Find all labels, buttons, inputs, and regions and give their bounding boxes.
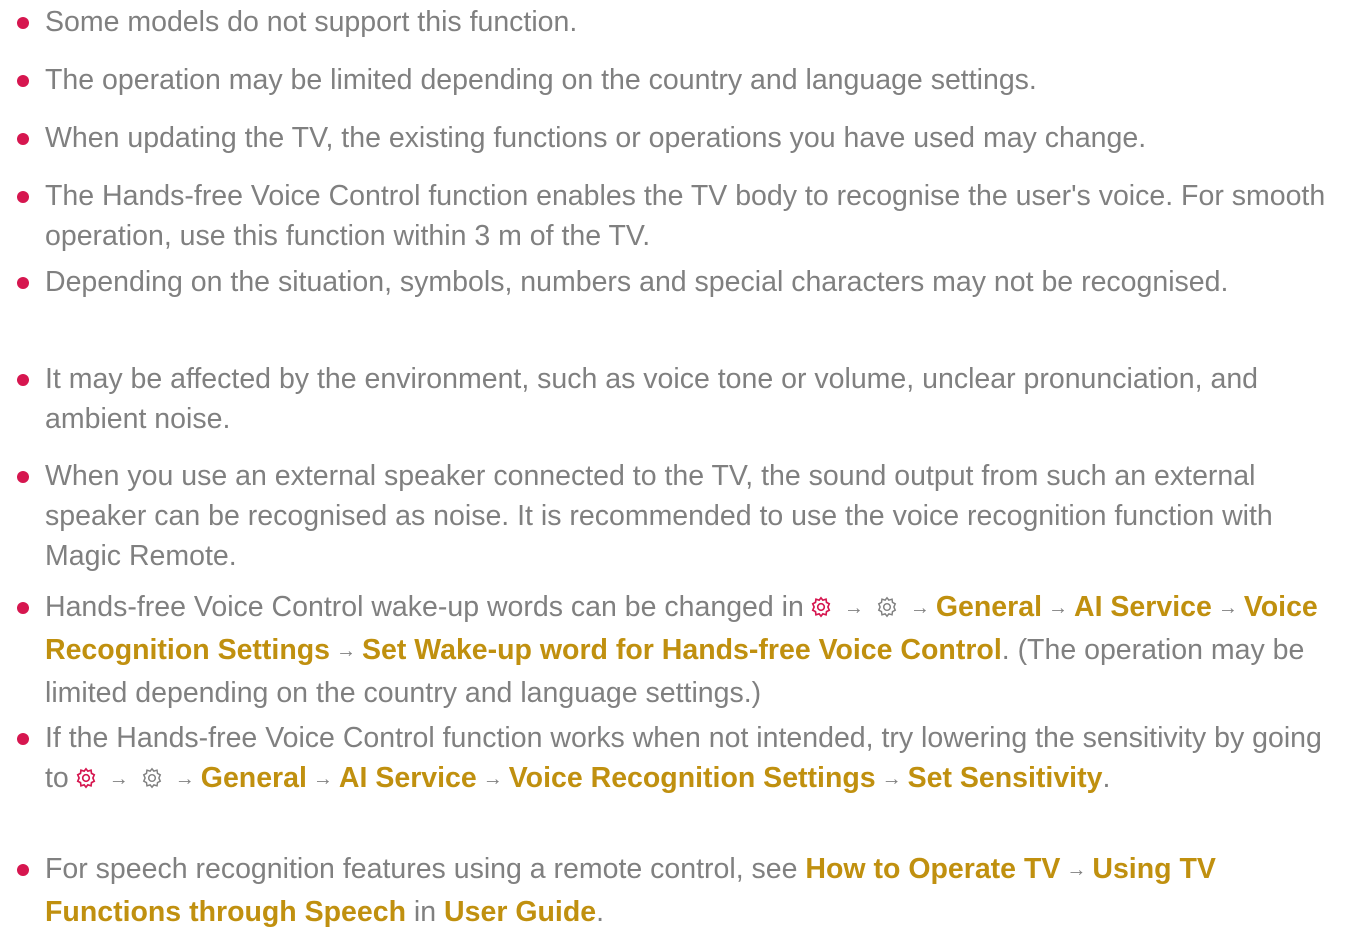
guide-path-how-to-operate-tv: How to Operate TV bbox=[805, 853, 1061, 885]
bullet-dot bbox=[17, 277, 29, 289]
arrow-icon: → bbox=[1048, 597, 1068, 619]
menu-path-general: General bbox=[935, 591, 1042, 623]
note-item: Some models do not support this function… bbox=[17, 2, 1345, 42]
arrow-icon: → bbox=[174, 768, 195, 790]
note-text: When you use an external speaker connect… bbox=[45, 460, 1273, 572]
arrow-icon: → bbox=[336, 640, 356, 662]
note-item: Hands-free Voice Control wake-up words c… bbox=[17, 587, 1345, 713]
arrow-icon: → bbox=[108, 768, 129, 790]
arrow-icon: → bbox=[909, 597, 930, 619]
note-item: Depending on the situation, symbols, num… bbox=[17, 262, 1345, 302]
bullet-dot bbox=[17, 374, 29, 386]
arrow-icon: → bbox=[881, 768, 902, 790]
arrow-icon: → bbox=[843, 597, 864, 619]
settings-gear-icon bbox=[810, 589, 832, 629]
menu-path-ai-service: AI Service bbox=[338, 762, 477, 794]
arrow-icon: → bbox=[482, 768, 503, 790]
note-tail: . bbox=[596, 896, 604, 928]
bullet-dot bbox=[17, 733, 29, 745]
arrow-icon: → bbox=[1217, 597, 1238, 619]
arrow-icon: → bbox=[1066, 859, 1087, 881]
bullet-dot bbox=[17, 133, 29, 145]
settings-gear-icon bbox=[75, 760, 97, 800]
note-item: For speech recognition features using a … bbox=[17, 849, 1345, 932]
all-settings-gear-icon bbox=[876, 589, 898, 629]
bullet-dot bbox=[17, 17, 29, 29]
bullet-dot bbox=[17, 75, 29, 87]
bullet-dot bbox=[17, 191, 29, 203]
menu-path-set-wake-up-word: Set Wake-up word for Hands-free Voice Co… bbox=[362, 634, 1002, 666]
note-text: The operation may be limited depending o… bbox=[45, 64, 1037, 96]
bullet-dot bbox=[17, 864, 29, 876]
note-text: Hands-free Voice Control wake-up words c… bbox=[45, 591, 804, 623]
note-item: When updating the TV, the existing funct… bbox=[17, 118, 1345, 158]
note-text: Some models do not support this function… bbox=[45, 6, 578, 38]
menu-path-general: General bbox=[200, 762, 307, 794]
note-item: When you use an external speaker connect… bbox=[17, 456, 1345, 576]
all-settings-gear-icon bbox=[141, 760, 163, 800]
note-text: For speech recognition features using a … bbox=[45, 853, 798, 885]
note-text: The Hands-free Voice Control function en… bbox=[45, 180, 1326, 252]
menu-path-voice-recognition-settings: Voice Recognition Settings bbox=[508, 762, 876, 794]
note-text-in: in bbox=[413, 896, 437, 928]
note-item: It may be affected by the environment, s… bbox=[17, 359, 1345, 439]
note-text: Depending on the situation, symbols, num… bbox=[45, 266, 1229, 298]
note-text: When updating the TV, the existing funct… bbox=[45, 122, 1147, 154]
note-item: The operation may be limited depending o… bbox=[17, 60, 1345, 100]
menu-path-ai-service: AI Service bbox=[1074, 591, 1212, 623]
note-text: It may be affected by the environment, s… bbox=[45, 363, 1259, 435]
arrow-icon: → bbox=[312, 768, 333, 790]
note-tail: . bbox=[1102, 762, 1111, 794]
menu-path-set-sensitivity: Set Sensitivity bbox=[907, 762, 1103, 794]
bullet-dot bbox=[17, 471, 29, 483]
note-item: The Hands-free Voice Control function en… bbox=[17, 176, 1345, 256]
bullet-dot bbox=[17, 602, 29, 614]
guide-path-user-guide: User Guide bbox=[444, 896, 597, 928]
note-item: If the Hands-free Voice Control function… bbox=[17, 718, 1345, 801]
